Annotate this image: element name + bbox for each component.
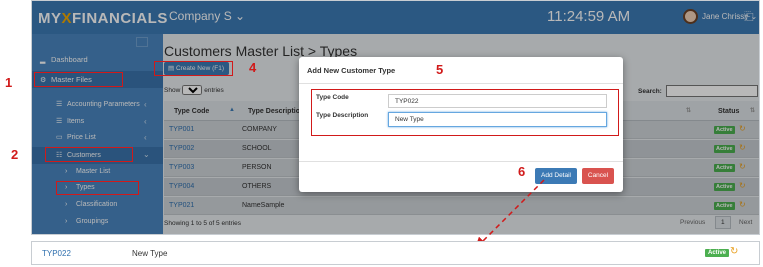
divider — [299, 83, 623, 84]
step-number-1: 1 — [5, 75, 13, 90]
app-window: MYXFINANCIALS Company S ⌄ 11:24:59 AM Ja… — [31, 0, 760, 235]
step-number-2: 2 — [11, 147, 19, 162]
status-badge: Active — [705, 249, 730, 257]
step-number-5: 5 — [436, 62, 444, 77]
refresh-icon[interactable]: ↻ — [730, 246, 738, 257]
cancel-button[interactable]: Cancel — [582, 168, 614, 184]
divider — [299, 161, 623, 162]
modal-title: Add New Customer Type — [307, 66, 396, 75]
result-row[interactable]: TYP022 New Type Active ↻ — [31, 241, 760, 265]
add-detail-button[interactable]: Add Detail — [535, 168, 577, 184]
type-code-cell[interactable]: TYP022 — [42, 249, 71, 258]
annotation-box-types — [56, 181, 139, 195]
annotation-box-create-new — [154, 61, 233, 76]
annotation-box-form — [311, 89, 619, 136]
annotation-box-master-files — [34, 72, 123, 87]
annotation-box-customers — [45, 147, 133, 162]
step-number-4: 4 — [249, 60, 257, 75]
step-number-6: 6 — [518, 164, 526, 179]
type-desc-cell: New Type — [132, 249, 168, 258]
